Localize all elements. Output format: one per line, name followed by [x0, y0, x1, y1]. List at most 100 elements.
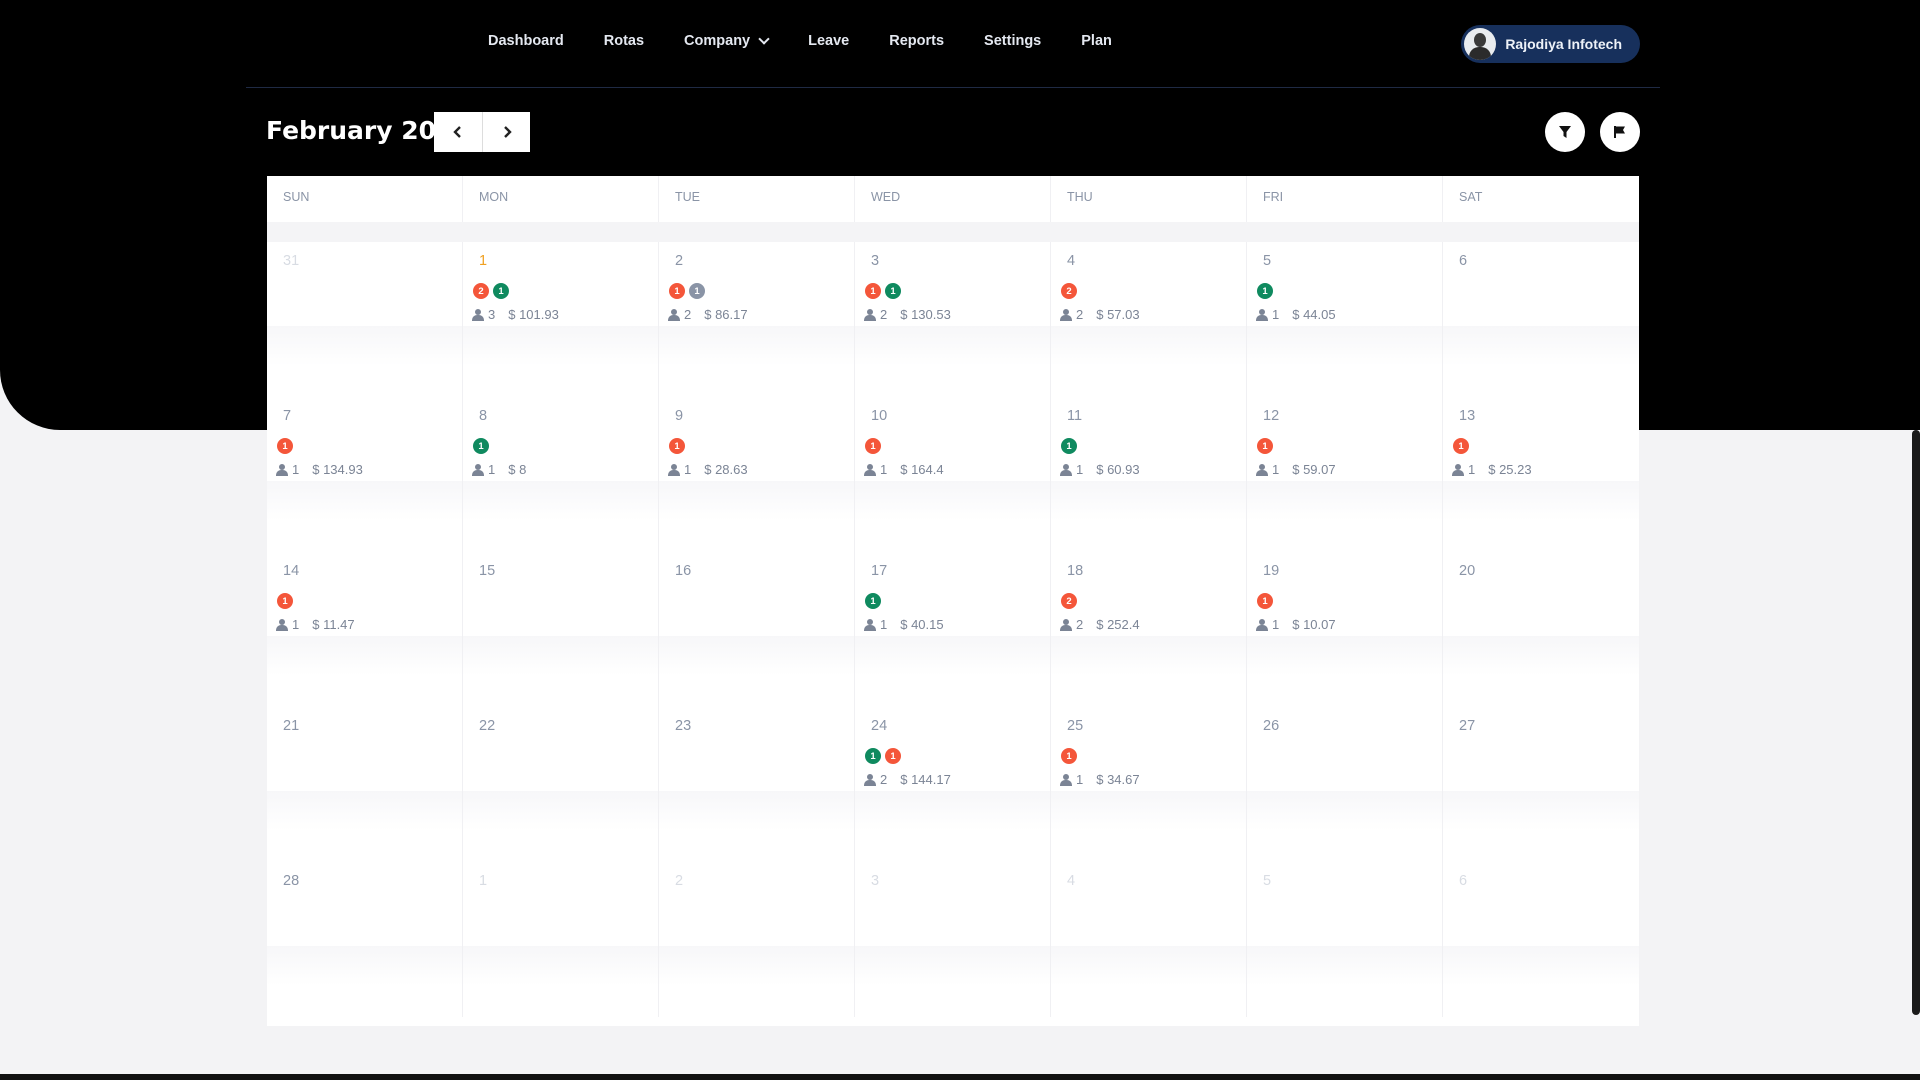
calendar-day[interactable]: 14 1 1 $ 11.47 [267, 552, 463, 707]
day-number: 22 [479, 718, 496, 734]
count-badge[interactable]: 1 [277, 438, 293, 454]
calendar-day[interactable]: 2 1 1 2 $ 86.17 [659, 242, 855, 397]
count-badge[interactable]: 1 [277, 593, 293, 609]
count-badge[interactable]: 2 [1061, 283, 1077, 299]
calendar-day[interactable]: 20 [1443, 552, 1639, 707]
count-badge[interactable]: 1 [669, 438, 685, 454]
day-stats: 2 $ 86.17 [668, 307, 854, 322]
day-cost: $ 34.67 [1096, 772, 1140, 787]
calendar-day[interactable]: 1 [463, 862, 659, 1017]
count-badge[interactable]: 1 [865, 593, 881, 609]
calendar-day[interactable]: 28 [267, 862, 463, 1017]
calendar-week: 7 1 1 $ 134.93 8 1 1 $ 8 9 1 1 $ 28.63 10 1 1 $ 164.4 11… [267, 397, 1639, 552]
calendar-day[interactable]: 23 [659, 707, 855, 862]
nav-plan[interactable]: Plan [1081, 33, 1112, 49]
calendar-day[interactable]: 3 1 1 2 $ 130.53 [855, 242, 1051, 397]
count-badge[interactable]: 1 [1061, 748, 1077, 764]
shift-badges: 1 [1061, 748, 1246, 764]
day-cost: $ 164.4 [900, 462, 944, 477]
calendar-day[interactable]: 22 [463, 707, 659, 862]
weekday-label: WED [855, 176, 1051, 222]
calendar-grid: SUN MON TUE WED THU FRI SAT 31 1 2 1 3 $ 101.… [267, 176, 1639, 1026]
nav-reports[interactable]: Reports [889, 33, 944, 49]
flag-button[interactable] [1600, 112, 1640, 152]
calendar-day[interactable]: 6 [1443, 862, 1639, 1017]
count-badge[interactable]: 1 [669, 283, 685, 299]
shift-badges: 1 [473, 438, 658, 454]
calendar-day[interactable]: 6 [1443, 242, 1639, 397]
calendar-day[interactable]: 5 1 1 $ 44.05 [1247, 242, 1443, 397]
shift-badges: 1 [865, 593, 1050, 609]
calendar-day[interactable]: 15 [463, 552, 659, 707]
user-menu[interactable]: Rajodiya Infotech [1461, 25, 1640, 63]
employee-count: 1 [292, 462, 300, 477]
count-badge[interactable]: 2 [473, 283, 489, 299]
calendar-day[interactable]: 2 [659, 862, 855, 1017]
calendar-day[interactable]: 4 [1051, 862, 1247, 1017]
calendar-day[interactable]: 5 [1247, 862, 1443, 1017]
calendar-day[interactable]: 26 [1247, 707, 1443, 862]
calendar-day[interactable]: 21 [267, 707, 463, 862]
count-badge[interactable]: 1 [1453, 438, 1469, 454]
calendar-day[interactable]: 16 [659, 552, 855, 707]
filter-button[interactable] [1545, 112, 1585, 152]
day-number: 5 [1263, 873, 1272, 889]
nav-leave[interactable]: Leave [808, 33, 849, 49]
user-icon [276, 463, 288, 476]
day-number: 3 [871, 253, 880, 269]
calendar-day[interactable]: 3 [855, 862, 1051, 1017]
count-badge[interactable]: 1 [865, 438, 881, 454]
calendar-day[interactable]: 11 1 1 $ 60.93 [1051, 397, 1247, 552]
nav-settings[interactable]: Settings [984, 33, 1041, 49]
next-month-button[interactable] [482, 112, 530, 152]
calendar-day[interactable]: 7 1 1 $ 134.93 [267, 397, 463, 552]
prev-month-button[interactable] [434, 112, 482, 152]
calendar-day[interactable]: 31 [267, 242, 463, 397]
calendar-day[interactable]: 12 1 1 $ 59.07 [1247, 397, 1443, 552]
calendar-day[interactable]: 4 2 2 $ 57.03 [1051, 242, 1247, 397]
weekday-label: TUE [659, 176, 855, 222]
shift-badges: 1 [277, 438, 462, 454]
count-badge[interactable]: 1 [865, 748, 881, 764]
calendar-day[interactable]: 27 [1443, 707, 1639, 862]
month-navigation [434, 112, 530, 152]
employee-count: 2 [1076, 617, 1084, 632]
count-badge[interactable]: 1 [493, 283, 509, 299]
count-badge[interactable]: 1 [885, 748, 901, 764]
count-badge[interactable]: 2 [1061, 593, 1077, 609]
calendar-day[interactable]: 13 1 1 $ 25.23 [1443, 397, 1639, 552]
user-icon [1256, 463, 1268, 476]
count-badge[interactable]: 1 [1257, 283, 1273, 299]
count-badge[interactable]: 1 [473, 438, 489, 454]
count-badge[interactable]: 1 [689, 283, 705, 299]
day-stats: 1 $ 44.05 [1256, 307, 1442, 322]
calendar-day[interactable]: 19 1 1 $ 10.07 [1247, 552, 1443, 707]
calendar-day[interactable]: 24 1 1 2 $ 144.17 [855, 707, 1051, 862]
nav-company[interactable]: Company [684, 32, 770, 49]
count-badge[interactable]: 1 [1257, 593, 1273, 609]
calendar-day[interactable]: 10 1 1 $ 164.4 [855, 397, 1051, 552]
day-cost: $ 101.93 [508, 307, 559, 322]
count-badge[interactable]: 1 [1061, 438, 1077, 454]
shift-badges: 2 [1061, 593, 1246, 609]
calendar-day[interactable]: 9 1 1 $ 28.63 [659, 397, 855, 552]
calendar-day[interactable]: 17 1 1 $ 40.15 [855, 552, 1051, 707]
chevron-down-icon [758, 32, 770, 45]
nav-rotas[interactable]: Rotas [604, 33, 644, 49]
user-icon [472, 308, 484, 321]
employee-count: 1 [1076, 772, 1084, 787]
day-number: 14 [283, 563, 300, 579]
shift-badges: 11 [669, 283, 854, 299]
calendar-day[interactable]: 18 2 2 $ 252.4 [1051, 552, 1247, 707]
user-icon [1060, 773, 1072, 786]
calendar-day[interactable]: 1 2 1 3 $ 101.93 [463, 242, 659, 397]
scrollbar[interactable] [1912, 430, 1920, 1015]
calendar-day[interactable]: 8 1 1 $ 8 [463, 397, 659, 552]
count-badge[interactable]: 1 [1257, 438, 1273, 454]
count-badge[interactable]: 1 [865, 283, 881, 299]
day-number: 2 [675, 873, 684, 889]
calendar-day[interactable]: 25 1 1 $ 34.67 [1051, 707, 1247, 862]
shift-badges: 1 [1453, 438, 1639, 454]
count-badge[interactable]: 1 [885, 283, 901, 299]
nav-dashboard[interactable]: Dashboard [488, 33, 564, 49]
